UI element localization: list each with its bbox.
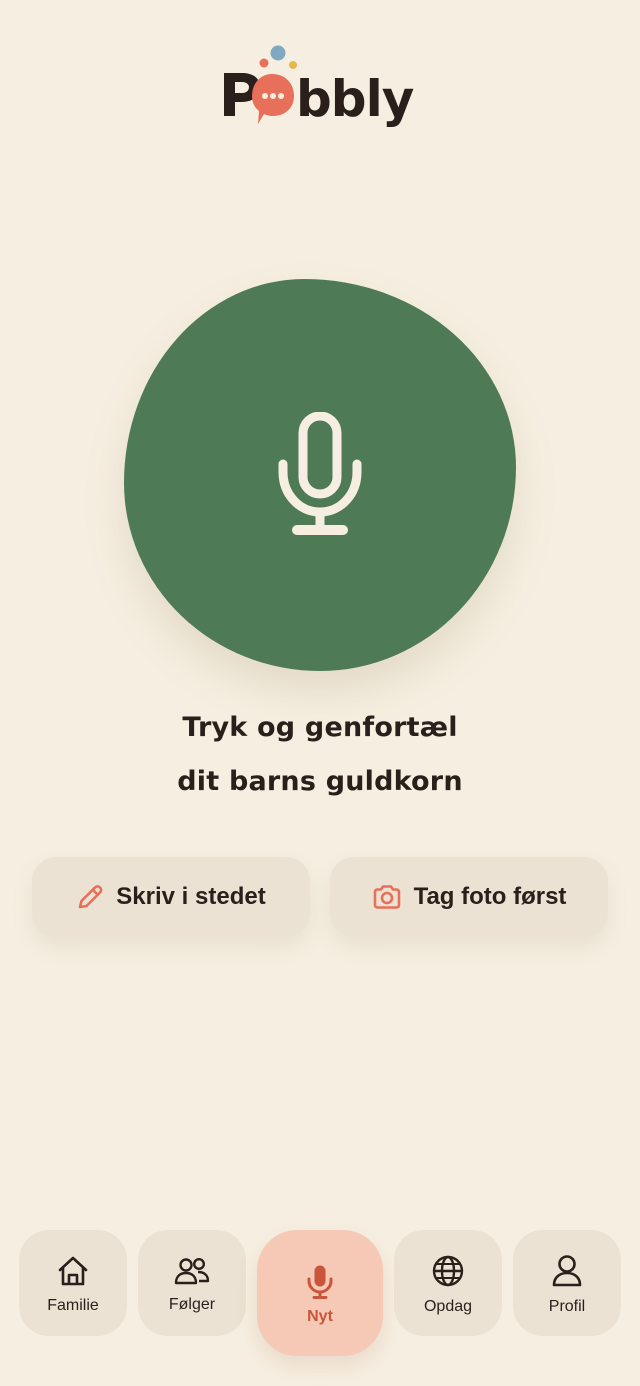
take-photo-label: Tag foto først — [413, 883, 567, 910]
record-prompt-line1: Tryk og genfortæl — [182, 712, 458, 743]
user-icon — [552, 1255, 582, 1287]
nav-folger[interactable]: Følger — [138, 1230, 246, 1336]
nav-folger-label: Følger — [168, 1296, 216, 1313]
microphone-icon — [307, 1265, 333, 1299]
microphone-icon — [278, 412, 362, 535]
record-prompt-line2: dit barns guldkorn — [177, 766, 463, 797]
take-photo-button[interactable]: Tag foto først — [330, 857, 608, 937]
camera-icon — [373, 885, 400, 909]
write-instead-button[interactable]: Skriv i stedet — [32, 857, 310, 937]
nav-opdag-label: Opdag — [423, 1298, 473, 1315]
nav-nyt[interactable]: Nyt — [257, 1230, 383, 1356]
nav-nyt-label: Nyt — [307, 1308, 333, 1325]
nav-familie[interactable]: Familie — [19, 1230, 127, 1336]
nav-profil[interactable]: Profil — [513, 1230, 621, 1336]
nav-familie-label: Familie — [47, 1297, 99, 1314]
write-instead-label: Skriv i stedet — [116, 883, 266, 910]
globe-icon — [432, 1255, 464, 1287]
nav-profil-label: Profil — [548, 1298, 586, 1315]
svg-text:bbly: bbly — [296, 70, 414, 128]
pencil-icon — [78, 885, 103, 909]
people-icon — [174, 1257, 210, 1285]
nav-opdag[interactable]: Opdag — [394, 1230, 502, 1336]
app-logo: bbly — [0, 40, 640, 132]
home-icon — [58, 1256, 88, 1286]
record-button[interactable] — [124, 279, 516, 671]
